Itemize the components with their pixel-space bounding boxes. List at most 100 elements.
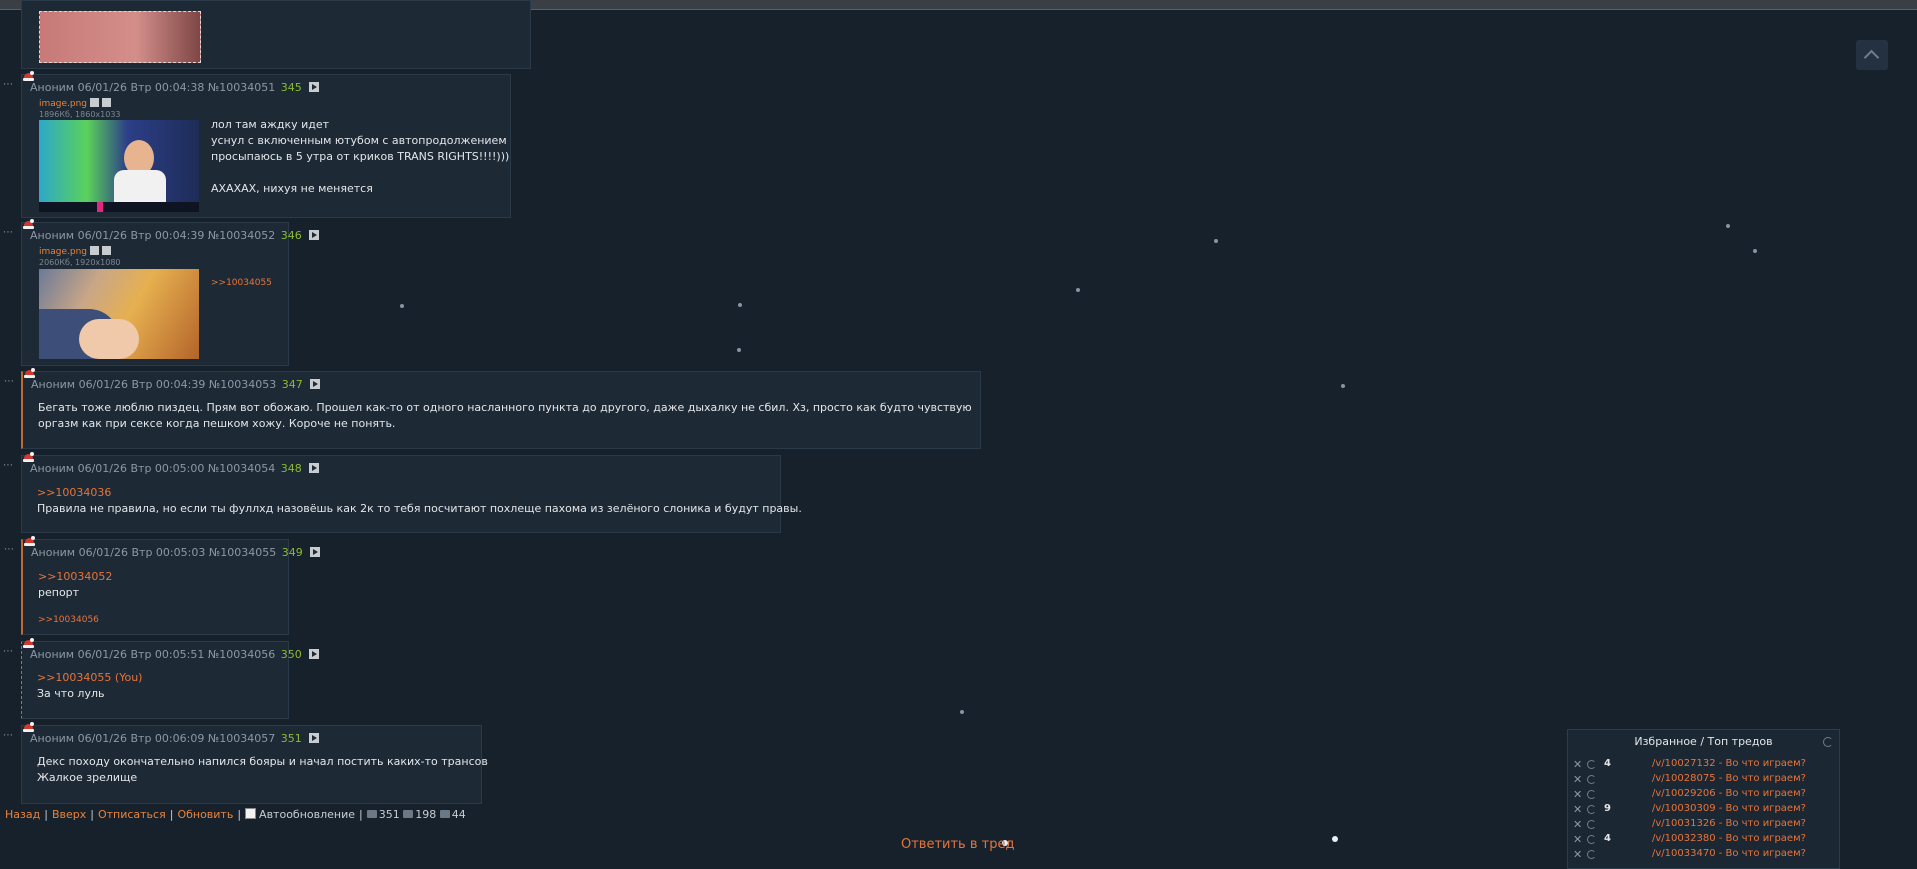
favorite-thread-link[interactable]: /v/10031326 - Во что играем?	[1652, 818, 1806, 829]
files-count: 198	[415, 808, 437, 821]
snow-dot	[1214, 239, 1218, 243]
refresh-icon[interactable]	[1587, 820, 1596, 829]
post-date: 06/01/26 Втр 00:05:03	[78, 546, 206, 559]
post-number[interactable]: №10034053	[209, 378, 276, 391]
refresh-icon[interactable]	[1587, 805, 1596, 814]
reply-link[interactable]: >>10034036	[37, 485, 802, 501]
post-menu-dots[interactable]: ⋯	[3, 79, 14, 90]
reply-link[interactable]: >>10034052	[38, 569, 112, 585]
post-line	[211, 165, 509, 181]
remove-icon[interactable]: ✕	[1573, 773, 1582, 786]
favorite-thread-link[interactable]: /v/10033470 - Во что играем?	[1652, 848, 1806, 859]
search-image-icon[interactable]	[90, 246, 100, 255]
file-link[interactable]: image.png	[39, 99, 87, 109]
post-number[interactable]: №10034052	[208, 229, 275, 242]
favorite-thread-link[interactable]: /v/10029206 - Во что играем?	[1652, 788, 1806, 799]
snow-dot	[738, 303, 742, 307]
snow-dot	[1726, 224, 1730, 228]
post-number[interactable]: №10034051	[208, 81, 275, 94]
reply-to-thread-button[interactable]: Ответить в тред	[901, 837, 1014, 852]
post-line: просыпаюсь в 5 утра от криков TRANS RIGH…	[211, 150, 510, 163]
favorite-thread-link[interactable]: /v/10028075 - Во что играем?	[1652, 773, 1806, 784]
post-line: Декс походу окончательно напился бояры и…	[37, 755, 488, 768]
post-menu-dots[interactable]: ⋯	[3, 460, 14, 471]
file-name-row: image.png	[39, 98, 112, 109]
post-line: оргазм как при сексе когда пешком хожу. …	[38, 417, 396, 430]
post-menu-dots[interactable]: ⋯	[3, 646, 14, 657]
play-icon[interactable]	[309, 230, 320, 240]
new-posts-count: 4	[1604, 758, 1611, 769]
post-header: Аноним 06/01/26 Втр 00:04:38 №10034051 3…	[30, 81, 320, 94]
up-link[interactable]: Вверх	[52, 808, 86, 821]
play-icon[interactable]	[309, 82, 320, 92]
post-header: Аноним 06/01/26 Втр 00:05:03 №10034055 3…	[31, 546, 321, 559]
post-thumbnail[interactable]	[39, 120, 199, 212]
post-line: репорт	[38, 586, 80, 599]
refresh-icon[interactable]	[1587, 790, 1596, 799]
post-count: 351	[280, 732, 302, 745]
post-number[interactable]: №10034057	[208, 732, 275, 745]
autorefresh-checkbox[interactable]	[245, 808, 257, 819]
snow-dot	[1341, 384, 1345, 388]
refresh-icon[interactable]	[1587, 835, 1596, 844]
post: ⋯ Аноним 06/01/26 Втр 00:05:51 №10034056…	[3, 638, 320, 719]
autorefresh-label: Автообновление	[259, 808, 356, 821]
post-line: Бегать тоже люблю пиздец. Прям вот обожа…	[38, 401, 972, 414]
post-line: За что луль	[37, 687, 105, 700]
remove-icon[interactable]: ✕	[1573, 758, 1582, 771]
post-author: Аноним	[31, 378, 76, 391]
post-author: Аноним	[30, 732, 75, 745]
play-icon[interactable]	[309, 733, 320, 743]
refresh-link[interactable]: Обновить	[177, 808, 233, 821]
post-number[interactable]: №10034055	[209, 546, 276, 559]
remove-icon[interactable]: ✕	[1573, 818, 1582, 831]
refresh-icon[interactable]	[1587, 850, 1596, 859]
back-link[interactable]: Назад	[5, 808, 40, 821]
download-icon[interactable]	[102, 246, 112, 255]
post-thumbnail[interactable]	[39, 11, 201, 63]
favorite-thread-link[interactable]: /v/10030309 - Во что играем?	[1652, 803, 1806, 814]
scroll-up-button[interactable]	[1856, 40, 1888, 70]
backreference-link[interactable]: >>10034056	[38, 615, 99, 625]
post: ⋯ Аноним 06/01/26 Втр 00:04:39 №10034052…	[3, 219, 320, 366]
snow-dot	[400, 304, 404, 308]
post-count: 348	[280, 462, 302, 475]
post-menu-dots[interactable]: ⋯	[3, 227, 14, 238]
reply-link[interactable]: >>10034055 (You)	[37, 670, 142, 686]
remove-icon[interactable]: ✕	[1573, 833, 1582, 846]
post-number[interactable]: №10034054	[208, 462, 275, 475]
remove-icon[interactable]: ✕	[1573, 788, 1582, 801]
remove-icon[interactable]: ✕	[1573, 848, 1582, 861]
favorite-thread-link[interactable]: /v/10027132 - Во что играем?	[1652, 758, 1806, 769]
post-menu-dots[interactable]: ⋯	[3, 730, 14, 741]
file-link[interactable]: image.png	[39, 247, 87, 257]
post-menu-dots[interactable]: ⋯	[4, 376, 15, 387]
play-icon[interactable]	[310, 547, 321, 557]
files-count-icon	[403, 810, 414, 818]
remove-icon[interactable]: ✕	[1573, 803, 1582, 816]
unsubscribe-link[interactable]: Отписаться	[98, 808, 166, 821]
post-number[interactable]: №10034056	[208, 648, 275, 661]
download-icon[interactable]	[102, 98, 112, 107]
post-date: 06/01/26 Втр 00:05:51	[77, 648, 205, 661]
post-thumbnail[interactable]	[39, 269, 199, 359]
play-icon[interactable]	[310, 379, 321, 389]
post-date: 06/01/26 Втр 00:05:00	[77, 462, 205, 475]
post-line: уснул с включенным ютубом с автопродолже…	[211, 134, 507, 147]
post-line: лол там аждку идет	[211, 118, 330, 131]
backreference-link[interactable]: >>10034055	[211, 278, 272, 288]
post-date: 06/01/26 Втр 00:06:09	[77, 732, 205, 745]
post-author: Аноним	[31, 546, 76, 559]
refresh-icon[interactable]	[1823, 737, 1833, 747]
post-header: Аноним 06/01/26 Втр 00:04:39 №10034053 3…	[31, 378, 321, 391]
search-image-icon[interactable]	[90, 98, 100, 107]
post-menu-dots[interactable]: ⋯	[4, 544, 15, 555]
post-body: >>10034052 репорт	[38, 569, 112, 601]
refresh-icon[interactable]	[1587, 760, 1596, 769]
play-icon[interactable]	[309, 463, 320, 473]
thread-bottom-bar: Назад | Вверх | Отписаться | Обновить | Автообно…	[5, 808, 466, 821]
file-name-row: image.png	[39, 246, 112, 257]
favorite-thread-link[interactable]: /v/10032380 - Во что играем?	[1652, 833, 1806, 844]
refresh-icon[interactable]	[1587, 775, 1596, 784]
play-icon[interactable]	[309, 649, 320, 659]
